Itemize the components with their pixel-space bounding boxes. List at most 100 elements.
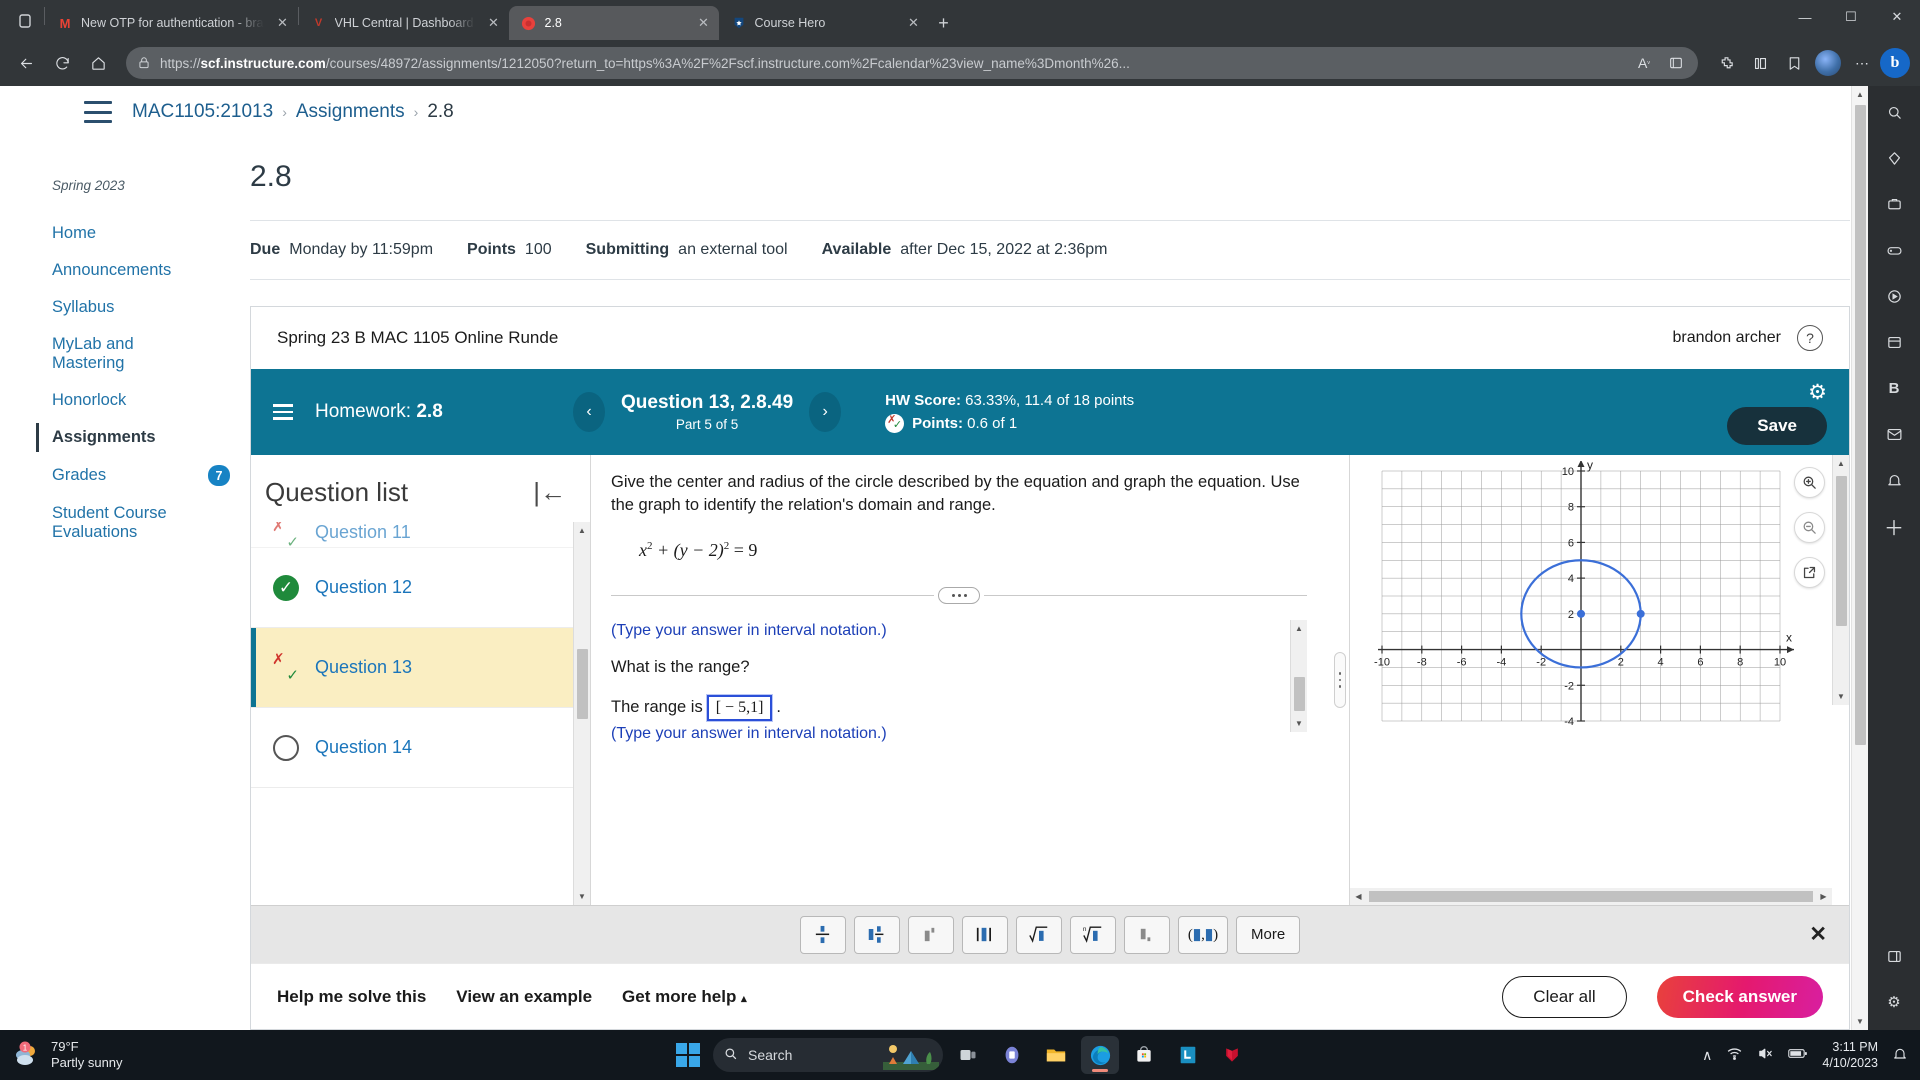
windows-start-icon[interactable] [669, 1036, 707, 1074]
question-text-scrollbar[interactable]: ▲ ▼ [1290, 619, 1308, 732]
question-mark-icon[interactable]: ? [1797, 325, 1823, 351]
close-icon[interactable]: ✕ [483, 12, 505, 34]
mcafee-icon[interactable] [1213, 1036, 1251, 1074]
gear-icon[interactable]: ⚙ [1808, 380, 1827, 405]
show-hidden-icons[interactable]: ∧ [1702, 1047, 1712, 1064]
maximize-button[interactable]: ☐ [1828, 0, 1874, 34]
scrollbar-thumb[interactable] [1293, 676, 1305, 711]
next-question-button[interactable]: › [809, 392, 842, 432]
favorites-icon[interactable] [1778, 47, 1810, 79]
close-icon[interactable]: ✕ [903, 12, 925, 34]
view-an-example-button[interactable]: View an example [456, 987, 592, 1007]
file-explorer-icon[interactable] [1037, 1036, 1075, 1074]
scroll-down-icon[interactable]: ▼ [1291, 715, 1308, 732]
edge-icon[interactable] [1081, 1036, 1119, 1074]
sidebar-games-icon[interactable] [1878, 234, 1910, 266]
scroll-left-icon[interactable]: ◀ [1350, 888, 1367, 905]
microsoft-store-icon[interactable] [1125, 1036, 1163, 1074]
page-scrollbar[interactable]: ▲ ▼ [1851, 86, 1868, 1030]
exponent-button[interactable] [907, 915, 954, 954]
clock[interactable]: 3:11 PM 4/10/2023 [1822, 1039, 1878, 1072]
open-in-new-window-icon[interactable] [1794, 557, 1825, 588]
sidebar-search-icon[interactable] [1878, 96, 1910, 128]
more-dots-icon[interactable] [938, 586, 980, 604]
more-settings-icon[interactable]: ⋯ [1846, 47, 1878, 79]
close-icon[interactable]: ✕ [693, 12, 715, 34]
list-item-selected[interactable]: Question 13 [251, 628, 590, 708]
check-answer-button[interactable]: Check answer [1656, 975, 1823, 1018]
extensions-icon[interactable] [1710, 47, 1742, 79]
sidebar-media-icon[interactable] [1878, 280, 1910, 312]
get-more-help-button[interactable]: Get more help ▴ [622, 987, 747, 1007]
breadcrumb-assignments[interactable]: Assignments [296, 101, 405, 123]
scrollbar-thumb[interactable] [1369, 891, 1813, 902]
expand-divider[interactable] [611, 586, 1307, 604]
collections-add-icon[interactable] [1664, 55, 1688, 71]
sidebar-item-grades[interactable]: Grades 7 [36, 456, 250, 495]
read-aloud-icon[interactable]: Aᵛ [1632, 55, 1656, 71]
list-item[interactable]: Question 11 [251, 522, 590, 548]
scroll-down-icon[interactable]: ▼ [574, 888, 591, 905]
scroll-up-icon[interactable]: ▲ [1852, 86, 1869, 103]
tab-actions-icon[interactable] [6, 2, 44, 40]
absolute-value-button[interactable] [961, 915, 1008, 954]
sidebar-office-icon[interactable] [1878, 326, 1910, 358]
browser-tab-3[interactable]: Course Hero ✕ [719, 6, 929, 40]
sidebar-item-syllabus[interactable]: Syllabus [36, 289, 250, 326]
task-view-icon[interactable] [949, 1036, 987, 1074]
sidebar-mail-icon[interactable] [1878, 418, 1910, 450]
save-button[interactable]: Save [1727, 406, 1827, 445]
battery-icon[interactable] [1788, 1047, 1808, 1063]
weather-widget[interactable]: 1 79°F Partly sunny [12, 1039, 123, 1072]
sidebar-panel-toggle-icon[interactable] [1878, 940, 1910, 972]
close-icon[interactable]: ✕ [272, 12, 294, 34]
scroll-up-icon[interactable]: ▲ [574, 522, 591, 539]
minimize-button[interactable]: — [1782, 0, 1828, 34]
home-icon[interactable] [82, 47, 114, 79]
new-tab-button[interactable]: + [929, 8, 959, 38]
browser-tab-0[interactable]: M New OTP for authentication - bra ✕ [45, 6, 298, 40]
subscript-button[interactable] [1123, 915, 1170, 954]
teams-icon[interactable] [993, 1036, 1031, 1074]
graph-vertical-scrollbar[interactable]: ▲ ▼ [1832, 455, 1849, 705]
scrollbar-thumb[interactable] [1835, 476, 1847, 626]
previous-question-button[interactable]: ‹ [573, 392, 605, 432]
question-list-scrollbar[interactable]: ▲ ▼ [573, 522, 590, 905]
list-item[interactable]: Question 14 [251, 708, 590, 788]
browser-tab-2[interactable]: 2.8 ✕ [508, 6, 719, 40]
search-input[interactable]: Search [713, 1038, 943, 1072]
address-bar[interactable]: https://scf.instructure.com/courses/4897… [126, 47, 1698, 79]
more-button[interactable]: More [1236, 915, 1301, 954]
sidebar-item-assignments[interactable]: Assignments [36, 419, 250, 456]
sidebar-item-student-course-evaluations[interactable]: Student Course Evaluations [36, 495, 250, 551]
volume-muted-icon[interactable] [1757, 1045, 1774, 1065]
bing-copilot-icon[interactable]: b [1880, 48, 1910, 78]
zoom-in-icon[interactable] [1794, 467, 1825, 498]
close-icon[interactable]: ✕ [1809, 922, 1827, 947]
browser-tab-1[interactable]: V VHL Central | Dashboard ✕ [299, 6, 509, 40]
sidebar-item-announcements[interactable]: Announcements [36, 252, 250, 289]
help-me-solve-this-button[interactable]: Help me solve this [277, 987, 426, 1007]
zoom-out-icon[interactable] [1794, 512, 1825, 543]
fraction-button[interactable] [799, 915, 846, 954]
scroll-up-icon[interactable]: ▲ [1833, 455, 1850, 472]
clear-all-button[interactable]: Clear all [1502, 975, 1627, 1018]
scroll-up-icon[interactable]: ▲ [1291, 620, 1308, 637]
sidebar-shopping-icon[interactable] [1878, 142, 1910, 174]
profile-avatar[interactable] [1812, 47, 1844, 79]
coordinate-graph[interactable]: x y -10 -8 -6 -4 -2 2 4 6 8 10 -4 -2 2 4 6 8 10 [1350, 461, 1849, 731]
sidebar-item-honorlock[interactable]: Honorlock [36, 382, 250, 419]
sidebar-item-home[interactable]: Home [36, 215, 250, 252]
scroll-down-icon[interactable]: ▼ [1852, 1013, 1869, 1030]
sidebar-bing-icon[interactable]: B [1878, 372, 1910, 404]
sidebar-settings-icon[interactable]: ⚙ [1878, 986, 1910, 1018]
reload-icon[interactable] [46, 47, 78, 79]
graph-horizontal-scrollbar[interactable]: ◀ ▶ [1350, 888, 1832, 905]
scrollbar-thumb[interactable] [576, 649, 588, 719]
lockdown-browser-icon[interactable] [1169, 1036, 1207, 1074]
sidebar-item-mylab-and-mastering[interactable]: MyLab and Mastering [36, 326, 250, 382]
notifications-icon[interactable] [1892, 1046, 1908, 1065]
split-screen-icon[interactable] [1744, 47, 1776, 79]
sidebar-notifications-icon[interactable] [1878, 464, 1910, 496]
mixed-number-button[interactable] [853, 915, 900, 954]
